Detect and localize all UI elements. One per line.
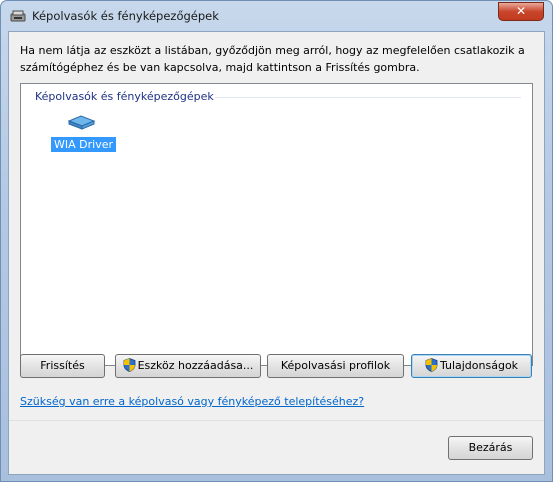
- close-button[interactable]: Bezárás: [448, 436, 533, 460]
- properties-button[interactable]: Tulajdonságok: [411, 354, 532, 378]
- close-window-button[interactable]: ✕: [498, 2, 544, 21]
- uac-shield-icon: [425, 358, 438, 372]
- device-item-wia-driver[interactable]: WIA Driver: [51, 114, 116, 154]
- refresh-label: Frissítés: [40, 359, 85, 372]
- dialog-footer: Bezárás: [9, 420, 544, 474]
- add-device-label: Eszköz hozzáadása...: [137, 359, 254, 372]
- group-header: Képolvasók és fényképezőgépek: [35, 90, 214, 103]
- uac-shield-icon: [123, 358, 136, 372]
- help-link[interactable]: Szükség van erre a képolvasó vagy fényké…: [20, 395, 364, 408]
- intro-text: Ha nem látja az eszközt a listában, győz…: [20, 44, 525, 74]
- properties-label: Tulajdonságok: [439, 359, 519, 372]
- window-title: Képolvasók és fényképezőgépek: [32, 9, 219, 23]
- scan-profiles-button[interactable]: Képolvasási profilok: [267, 354, 404, 378]
- group-divider: [215, 97, 521, 98]
- add-device-button[interactable]: Eszköz hozzáadása...: [115, 354, 261, 378]
- scanner-icon: [67, 114, 96, 130]
- dialog-window: Képolvasók és fényképezőgépek ✕ Ha nem l…: [0, 0, 553, 482]
- scanner-camera-icon: [10, 9, 26, 23]
- refresh-button[interactable]: Frissítés: [20, 354, 105, 378]
- device-list[interactable]: Képolvasók és fényképezőgépek WIA Driver: [20, 83, 533, 366]
- close-label: Bezárás: [468, 441, 513, 454]
- scan-profiles-label: Képolvasási profilok: [280, 359, 391, 372]
- title-bar[interactable]: Képolvasók és fényképezőgépek ✕: [1, 1, 552, 31]
- dialog-client-area: Ha nem látja az eszközt a listában, győz…: [8, 31, 545, 475]
- device-label: WIA Driver: [51, 137, 116, 152]
